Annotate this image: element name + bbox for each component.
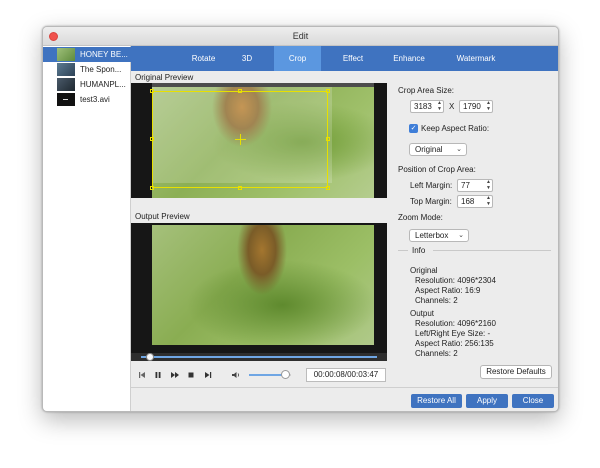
stop-icon[interactable] bbox=[186, 370, 196, 380]
tab-crop[interactable]: Crop bbox=[274, 46, 321, 71]
file-name: The Spon... bbox=[80, 65, 122, 74]
crop-handle[interactable] bbox=[238, 186, 242, 190]
output-preview bbox=[131, 223, 387, 353]
tab-3d[interactable]: 3D bbox=[234, 46, 260, 71]
crop-handle[interactable] bbox=[326, 89, 330, 93]
info-original-aspect: Aspect Ratio: 16:9 bbox=[415, 286, 481, 295]
close-button[interactable]: Close bbox=[512, 394, 554, 408]
time-display: 00:00:08/00:03:47 bbox=[306, 368, 386, 382]
crop-handle[interactable] bbox=[150, 89, 154, 93]
file-thumbnail bbox=[57, 63, 75, 76]
playback-timeline[interactable] bbox=[131, 353, 387, 361]
info-output-resolution: Resolution: 4096*2160 bbox=[415, 319, 496, 328]
skip-forward-icon[interactable] bbox=[203, 370, 213, 380]
zoom-mode-label: Zoom Mode: bbox=[398, 213, 443, 222]
zoom-mode-select[interactable]: Letterbox ⌄ bbox=[409, 229, 469, 242]
original-preview bbox=[131, 83, 387, 198]
edit-tab-bar: Rotate 3D Crop Effect Enhance Watermark bbox=[131, 46, 558, 71]
crop-area-size-label: Crop Area Size: bbox=[398, 86, 455, 95]
stepper-arrows-icon: ▲ ▼ bbox=[486, 100, 491, 112]
crop-handle[interactable] bbox=[326, 186, 330, 190]
crop-width-stepper[interactable]: 3183 ▲ ▼ bbox=[410, 100, 444, 113]
info-output-heading: Output bbox=[410, 309, 435, 318]
original-preview-label: Original Preview bbox=[135, 73, 194, 82]
tab-rotate[interactable]: Rotate bbox=[188, 46, 219, 71]
chevron-down-icon: ⌄ bbox=[458, 232, 464, 239]
skip-back-icon[interactable] bbox=[137, 370, 147, 380]
fast-forward-icon[interactable] bbox=[170, 370, 180, 380]
tab-watermark[interactable]: Watermark bbox=[448, 46, 504, 71]
left-margin-stepper[interactable]: 77 ▲ ▼ bbox=[457, 179, 493, 192]
info-output-channels: Channels: 2 bbox=[415, 349, 458, 358]
file-item-honey-bee[interactable]: HONEY BE... bbox=[43, 47, 131, 62]
info-heading: Info bbox=[412, 246, 426, 255]
chevron-down-icon: ⌄ bbox=[456, 146, 462, 153]
tab-enhance[interactable]: Enhance bbox=[387, 46, 431, 71]
file-thumbnail bbox=[57, 78, 75, 91]
pause-icon[interactable] bbox=[153, 370, 163, 380]
output-video-frame bbox=[152, 225, 374, 345]
left-margin-label: Left Margin: bbox=[410, 181, 453, 190]
keep-aspect-checkbox[interactable]: ✓ bbox=[409, 124, 418, 133]
restore-all-button[interactable]: Restore All bbox=[411, 394, 462, 408]
edit-window: Edit HONEY BE... The Spon... HUMANPL... … bbox=[42, 26, 559, 412]
crop-handle[interactable] bbox=[150, 186, 154, 190]
file-thumbnail bbox=[57, 48, 75, 61]
crop-position-label: Position of Crop Area: bbox=[398, 165, 476, 174]
keep-aspect-label: Keep Aspect Ratio: bbox=[421, 124, 490, 133]
title-bar: Edit bbox=[43, 27, 558, 46]
top-margin-stepper[interactable]: 168 ▲ ▼ bbox=[457, 195, 493, 208]
crop-handle[interactable] bbox=[238, 89, 242, 93]
action-bar: Restore All Apply Close bbox=[131, 387, 558, 411]
top-margin-label: Top Margin: bbox=[410, 197, 452, 206]
stepper-arrows-icon: ▲ ▼ bbox=[486, 179, 491, 191]
file-name: test3.avi bbox=[80, 95, 110, 104]
file-item-humanplanet[interactable]: HUMANPL... bbox=[43, 77, 131, 92]
apply-button[interactable]: Apply bbox=[466, 394, 508, 408]
file-item-spongebob[interactable]: The Spon... bbox=[43, 62, 131, 77]
stepper-arrows-icon: ▲ ▼ bbox=[437, 100, 442, 112]
crop-handle[interactable] bbox=[326, 137, 330, 141]
info-original-resolution: Resolution: 4096*2304 bbox=[415, 276, 496, 285]
tab-effect[interactable]: Effect bbox=[335, 46, 371, 71]
info-original-channels: Channels: 2 bbox=[415, 296, 458, 305]
file-name: HUMANPL... bbox=[80, 80, 126, 89]
restore-defaults-button[interactable]: Restore Defaults bbox=[480, 365, 552, 379]
file-item-test3[interactable]: test3.avi bbox=[43, 92, 131, 107]
crop-height-stepper[interactable]: 1790 ▲ ▼ bbox=[459, 100, 493, 113]
timeline-knob[interactable] bbox=[146, 353, 155, 361]
volume-icon[interactable] bbox=[231, 370, 241, 380]
info-original-heading: Original bbox=[410, 266, 438, 275]
file-list: HONEY BE... The Spon... HUMANPL... test3… bbox=[43, 46, 131, 411]
info-output-aspect: Aspect Ratio: 256:135 bbox=[415, 339, 494, 348]
window-title: Edit bbox=[292, 31, 309, 41]
info-output-eye-size: Left/Right Eye Size: - bbox=[415, 329, 491, 338]
dimension-separator: X bbox=[449, 102, 455, 111]
stepper-arrows-icon: ▲ ▼ bbox=[486, 195, 491, 207]
volume-knob[interactable] bbox=[280, 370, 290, 379]
file-name: HONEY BE... bbox=[80, 50, 128, 59]
output-preview-label: Output Preview bbox=[135, 212, 190, 221]
file-thumbnail bbox=[57, 93, 75, 106]
crop-handle[interactable] bbox=[150, 137, 154, 141]
aspect-ratio-select[interactable]: Original ⌄ bbox=[409, 143, 467, 156]
